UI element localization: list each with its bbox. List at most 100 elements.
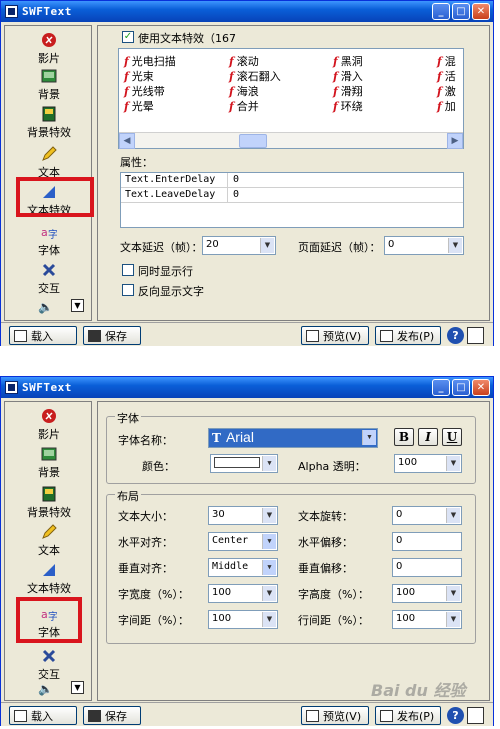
- title-bar[interactable]: SWFText _ □ ✕: [1, 377, 493, 398]
- line-spacing-select[interactable]: 100 ▼: [392, 610, 462, 629]
- close-button[interactable]: ✕: [472, 379, 490, 396]
- chevron-down-icon[interactable]: ▼: [362, 430, 376, 445]
- properties-table[interactable]: Text.EnterDelay 0 Text.LeaveDelay 0: [120, 172, 464, 228]
- h-offset-input[interactable]: 0: [392, 532, 462, 551]
- sidebar-item-text-effect[interactable]: 文本特效: [5, 562, 93, 596]
- page-delay-select[interactable]: 0 ▼: [384, 236, 464, 255]
- minimize-button[interactable]: _: [432, 379, 450, 396]
- use-text-effect-checkbox[interactable]: ✓: [122, 31, 134, 43]
- char-width-select[interactable]: 100 ▼: [208, 584, 278, 603]
- text-delay-label: 文本延迟（帧）：: [120, 241, 203, 254]
- list-item[interactable]: f 黑洞: [333, 53, 363, 69]
- h-align-select[interactable]: Center ▼: [208, 532, 278, 551]
- reverse-display-checkbox[interactable]: [122, 284, 134, 296]
- maximize-button[interactable]: □: [452, 3, 470, 20]
- bold-button[interactable]: B: [394, 428, 414, 446]
- load-button[interactable]: 载入: [9, 326, 77, 345]
- sidebar-item-interaction[interactable]: 交互: [5, 648, 93, 682]
- chevron-down-icon[interactable]: ▼: [446, 612, 460, 627]
- sidebar-item-film[interactable]: 影片: [5, 32, 93, 66]
- color-picker[interactable]: ▼: [210, 454, 278, 473]
- text-size-select[interactable]: 30 ▼: [208, 506, 278, 525]
- list-item[interactable]: f混: [437, 53, 456, 69]
- list-item[interactable]: f 滑入: [333, 68, 363, 84]
- sidebar-item-text[interactable]: 文本: [5, 524, 93, 558]
- sidebar-item-font[interactable]: a字 字体: [5, 224, 93, 258]
- list-item[interactable]: f 光晕: [124, 98, 154, 114]
- table-row[interactable]: Text.LeaveDelay 0: [121, 188, 463, 203]
- sidebar-item-interaction[interactable]: 交互: [5, 262, 93, 296]
- font-icon: a字: [41, 226, 57, 240]
- chevron-down-icon[interactable]: ▼: [260, 238, 274, 253]
- sidebar-item-background[interactable]: 背景: [5, 446, 93, 480]
- property-value[interactable]: 0: [233, 189, 239, 200]
- chevron-down-icon[interactable]: ▼: [448, 238, 462, 253]
- effects-list[interactable]: f 光电扫描 f 滚动 f 黑洞 f混 f 光束 f 滚石翻入 f 滑入 f活 f 光线带 f…: [118, 48, 464, 149]
- save-button[interactable]: 保存: [83, 326, 141, 345]
- minimize-button[interactable]: _: [432, 3, 450, 20]
- text-rotation-select[interactable]: 0 ▼: [392, 506, 462, 525]
- underline-button[interactable]: U: [442, 428, 462, 446]
- chevron-down-icon[interactable]: ▼: [262, 508, 276, 523]
- help-icon[interactable]: ?: [447, 327, 464, 344]
- load-button[interactable]: 载入: [9, 706, 77, 725]
- chevron-down-icon[interactable]: ▼: [446, 508, 460, 523]
- sidebar-item-background-effect[interactable]: 背景特效: [5, 486, 93, 520]
- list-item[interactable]: f 光束: [124, 68, 154, 84]
- preview-button[interactable]: 预览(V): [301, 706, 369, 725]
- grid-icon[interactable]: [467, 707, 484, 724]
- list-item[interactable]: f 滚石翻入: [229, 68, 281, 84]
- sidebar-item-film[interactable]: 影片: [5, 408, 93, 442]
- app-icon: [5, 381, 18, 394]
- table-row[interactable]: Text.EnterDelay 0: [121, 173, 463, 188]
- v-align-select[interactable]: Middle ▼: [208, 558, 278, 577]
- chevron-down-icon[interactable]: ▼: [446, 456, 460, 471]
- scroll-thumb[interactable]: [239, 134, 267, 148]
- list-item[interactable]: f 光线带: [124, 83, 165, 99]
- chevron-down-icon[interactable]: ▼: [262, 534, 276, 549]
- italic-button[interactable]: I: [418, 428, 438, 446]
- title-bar[interactable]: SWFText _ □ ✕: [1, 1, 493, 22]
- char-height-select[interactable]: 100 ▼: [392, 584, 462, 603]
- list-item[interactable]: f 环绕: [333, 98, 363, 114]
- maximize-button[interactable]: □: [452, 379, 470, 396]
- expand-icon[interactable]: ▼: [71, 299, 84, 312]
- scroll-right-button[interactable]: ▶: [447, 133, 463, 149]
- publish-button[interactable]: 发布(P): [375, 326, 441, 345]
- font-name-select[interactable]: T Arial ▼: [208, 428, 378, 448]
- grid-icon[interactable]: [467, 327, 484, 344]
- preview-icon: [306, 709, 319, 722]
- preview-button[interactable]: 预览(V): [301, 326, 369, 345]
- sidebar-item-background-effect[interactable]: 背景特效: [5, 106, 93, 140]
- horizontal-scrollbar[interactable]: ◀ ▶: [119, 132, 463, 149]
- chevron-down-icon[interactable]: ▼: [262, 612, 276, 627]
- list-item[interactable]: f 滚动: [229, 53, 259, 69]
- chevron-down-icon[interactable]: ▼: [262, 456, 276, 471]
- list-item[interactable]: f 合并: [229, 98, 259, 114]
- property-value[interactable]: 0: [233, 174, 239, 185]
- show-simultaneously-checkbox[interactable]: [122, 264, 134, 276]
- sidebar-item-background[interactable]: 背景: [5, 68, 93, 102]
- speaker-icon[interactable]: 🔈: [38, 682, 53, 696]
- v-offset-input[interactable]: 0: [392, 558, 462, 577]
- sidebar-item-text[interactable]: 文本: [5, 146, 93, 180]
- chevron-down-icon[interactable]: ▼: [262, 560, 276, 575]
- char-spacing-select[interactable]: 100 ▼: [208, 610, 278, 629]
- list-item[interactable]: f加: [437, 98, 456, 114]
- list-item[interactable]: f 海浪: [229, 83, 259, 99]
- list-item[interactable]: f激: [437, 83, 456, 99]
- speaker-icon[interactable]: 🔈: [38, 300, 53, 314]
- scroll-left-button[interactable]: ◀: [119, 133, 135, 149]
- list-item[interactable]: f 滑翔: [333, 83, 363, 99]
- expand-icon[interactable]: ▼: [71, 681, 84, 694]
- list-item[interactable]: f活: [437, 68, 456, 84]
- chevron-down-icon[interactable]: ▼: [446, 586, 460, 601]
- alpha-select[interactable]: 100 ▼: [394, 454, 462, 473]
- close-button[interactable]: ✕: [472, 3, 490, 20]
- chevron-down-icon[interactable]: ▼: [262, 586, 276, 601]
- list-item[interactable]: f 光电扫描: [124, 53, 176, 69]
- help-icon[interactable]: ?: [447, 707, 464, 724]
- save-button[interactable]: 保存: [83, 706, 141, 725]
- publish-button[interactable]: 发布(P): [375, 706, 441, 725]
- text-delay-select[interactable]: 20 ▼: [202, 236, 276, 255]
